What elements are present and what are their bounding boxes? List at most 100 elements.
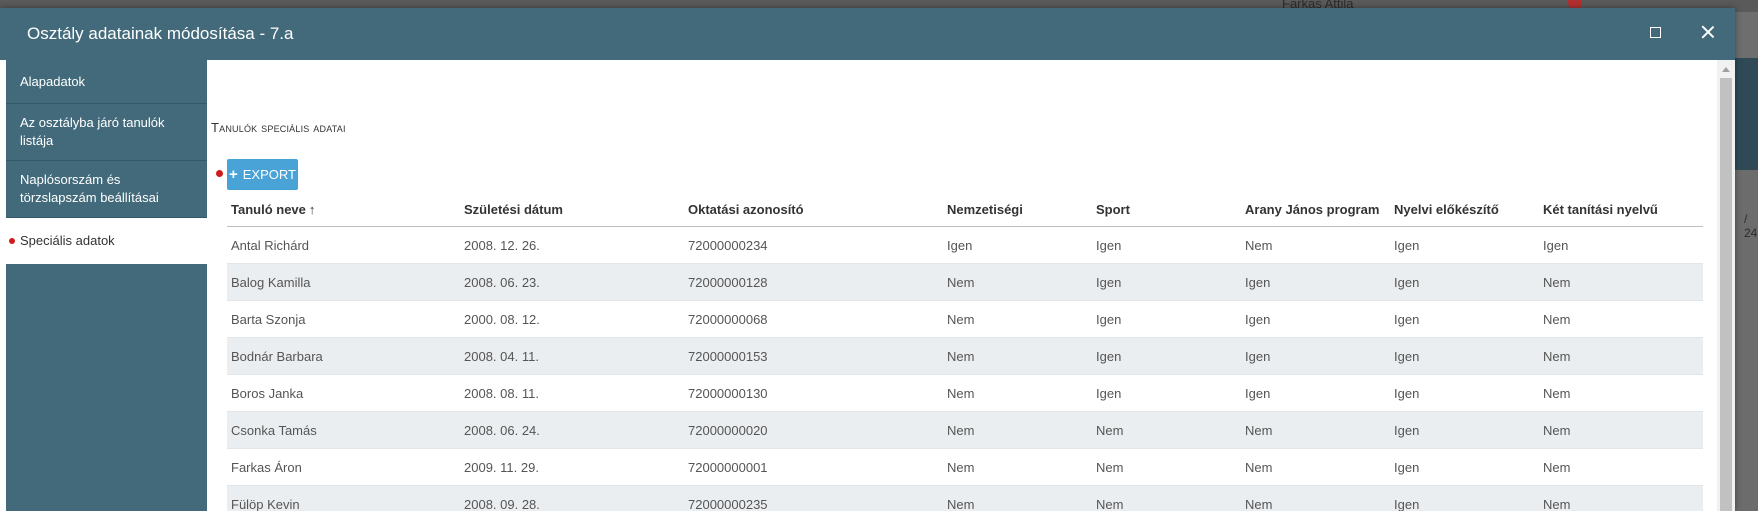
table-cell: 72000000068 xyxy=(684,300,943,338)
table-row[interactable]: Barta Szonja 2000. 08. 12. 72000000068 Nem I… xyxy=(227,300,1703,338)
column-header-name[interactable]: Tanuló neve ↑ xyxy=(227,193,460,227)
table-cell: Igen xyxy=(1241,263,1390,301)
table-cell: Igen xyxy=(1092,300,1241,338)
plus-icon: + xyxy=(229,166,238,183)
table-cell: Nem xyxy=(1092,448,1241,486)
table-cell: Igen xyxy=(1241,300,1390,338)
table-cell: Igen xyxy=(1241,374,1390,412)
table-cell: Igen xyxy=(1241,337,1390,375)
vertical-scrollbar[interactable] xyxy=(1717,60,1735,511)
sidebar-item-naplosorszam[interactable]: Naplósorszám és törzslapszám beállításai xyxy=(6,161,207,218)
table-cell: 2008. 04. 11. xyxy=(460,337,684,375)
table-row[interactable]: Bodnár Barbara 2008. 04. 11. 72000000153 Ne… xyxy=(227,337,1703,375)
table-cell: Nem xyxy=(1539,411,1703,449)
table-cell: Nem xyxy=(943,485,1092,511)
sort-ascending-icon: ↑ xyxy=(308,202,316,217)
table-row[interactable]: Fülöp Kevin 2008. 09. 28. 72000000235 Nem Ne… xyxy=(227,485,1703,511)
table-cell: Igen xyxy=(1390,337,1539,375)
close-icon[interactable] xyxy=(1698,22,1718,42)
table-row[interactable]: Boros Janka 2008. 08. 11. 72000000130 Nem Ig… xyxy=(227,374,1703,412)
table-cell: 72000000235 xyxy=(684,485,943,511)
maximize-icon[interactable] xyxy=(1650,27,1661,38)
export-button-label: EXPORT xyxy=(242,167,296,182)
table-cell: Nem xyxy=(1539,374,1703,412)
table-cell: Nem xyxy=(943,411,1092,449)
table-cell: Nem xyxy=(1539,300,1703,338)
table-cell: Nem xyxy=(1539,485,1703,511)
table-cell: Igen xyxy=(1092,263,1241,301)
required-indicator xyxy=(216,170,223,177)
table-cell: 72000000001 xyxy=(684,448,943,486)
table-cell: Igen xyxy=(1390,448,1539,486)
sidebar-item-label: Alapadatok xyxy=(20,73,86,89)
table-cell: 2008. 12. 26. xyxy=(460,226,684,264)
background-page-count: / 24 xyxy=(1744,212,1758,240)
table-cell: 72000000130 xyxy=(684,374,943,412)
export-button[interactable]: + EXPORT xyxy=(227,159,298,190)
table-cell: Igen xyxy=(1092,374,1241,412)
table-cell: Nem xyxy=(1241,411,1390,449)
column-header-nationality[interactable]: Nemzetiségi xyxy=(943,193,1092,227)
modal-header: Osztály adatainak módosítása - 7.a xyxy=(0,8,1735,60)
table-cell: Nem xyxy=(1092,411,1241,449)
main-content: Tanulók speciális adatai + EXPORT Tanuló… xyxy=(207,60,1717,511)
table-cell: Nem xyxy=(943,337,1092,375)
section-title: Tanulók speciális adatai xyxy=(211,120,346,135)
sidebar-item-tanulok-listaja[interactable]: Az osztályba járó tanulók listája xyxy=(6,104,207,161)
table-cell: 72000000128 xyxy=(684,263,943,301)
table-cell: Igen xyxy=(1092,337,1241,375)
table-cell: 72000000153 xyxy=(684,337,943,375)
table-cell: Nem xyxy=(943,448,1092,486)
scroll-up-icon[interactable] xyxy=(1722,67,1730,72)
modal-title: Osztály adatainak módosítása - 7.a xyxy=(27,24,294,43)
table-cell: Igen xyxy=(1390,485,1539,511)
table-row[interactable]: Antal Richárd 2008. 12. 26. 72000000234 Ige… xyxy=(227,226,1703,264)
table-cell: Bodnár Barbara xyxy=(227,337,460,375)
table-cell: Barta Szonja xyxy=(227,300,460,338)
table-cell: Igen xyxy=(1390,226,1539,264)
sidebar-item-alapadatok[interactable]: Alapadatok xyxy=(6,60,207,104)
table-cell: Antal Richárd xyxy=(227,226,460,264)
table-row[interactable]: Csonka Tamás 2008. 06. 24. 72000000020 Nem N… xyxy=(227,411,1703,449)
column-header-sport[interactable]: Sport xyxy=(1092,193,1241,227)
table-cell: Igen xyxy=(1390,300,1539,338)
table-cell: Csonka Tamás xyxy=(227,411,460,449)
table-cell: 2008. 06. 24. xyxy=(460,411,684,449)
background-header-band xyxy=(1735,58,1758,170)
column-header-bilingual[interactable]: Két tanítási nyelvű xyxy=(1539,193,1703,227)
table-cell: Nem xyxy=(1092,485,1241,511)
table-row[interactable]: Balog Kamilla 2008. 06. 23. 72000000128 Nem… xyxy=(227,263,1703,301)
table-cell: Nem xyxy=(1539,337,1703,375)
table-cell: Nem xyxy=(1539,448,1703,486)
table-cell: Igen xyxy=(943,226,1092,264)
sidebar-item-label: Az osztályba járó tanulók listája xyxy=(20,115,165,148)
table-cell: Igen xyxy=(1092,226,1241,264)
table-cell: Balog Kamilla xyxy=(227,263,460,301)
sidebar-item-label: Speciális adatok xyxy=(20,233,115,248)
table-cell: 2000. 08. 12. xyxy=(460,300,684,338)
modal-dialog: Osztály adatainak módosítása - 7.a Alapa… xyxy=(0,8,1735,511)
table-cell: Nem xyxy=(1241,448,1390,486)
table-cell: 72000000020 xyxy=(684,411,943,449)
column-header-arany-janos[interactable]: Arany János program xyxy=(1241,193,1390,227)
table-cell: Nem xyxy=(1241,485,1390,511)
table-cell: Igen xyxy=(1390,263,1539,301)
required-indicator xyxy=(9,238,15,244)
column-header-birthdate[interactable]: Születési dátum xyxy=(460,193,684,227)
sidebar-item-specialis-adatok[interactable]: Speciális adatok xyxy=(6,218,207,264)
table-cell: Nem xyxy=(943,374,1092,412)
table-cell: Nem xyxy=(1539,263,1703,301)
table-cell: Igen xyxy=(1390,374,1539,412)
sidebar-item-label: Naplósorszám és törzslapszám beállításai xyxy=(20,172,159,205)
table-cell: Fülöp Kevin xyxy=(227,485,460,511)
column-header-education-id[interactable]: Oktatási azonosító xyxy=(684,193,943,227)
table-cell: Nem xyxy=(943,300,1092,338)
column-header-language-prep[interactable]: Nyelvi előkészítő xyxy=(1390,193,1539,227)
scrollbar-thumb[interactable] xyxy=(1720,78,1732,511)
table-header-row: Tanuló neve ↑ Születési dátum Oktatási az… xyxy=(227,193,1703,227)
table-row[interactable]: Farkas Áron 2009. 11. 29. 72000000001 Nem Ne… xyxy=(227,448,1703,486)
table-cell: 2008. 08. 11. xyxy=(460,374,684,412)
table-cell: 2009. 11. 29. xyxy=(460,448,684,486)
table-cell: Farkas Áron xyxy=(227,448,460,486)
table-cell: Nem xyxy=(1241,226,1390,264)
